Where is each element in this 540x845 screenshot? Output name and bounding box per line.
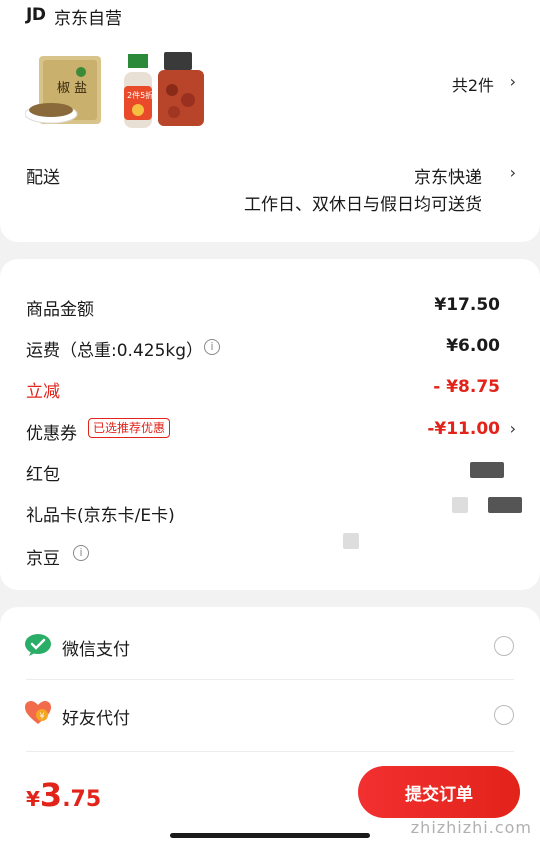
total-price: ¥3.75 [26, 776, 101, 814]
gift-card-blur [452, 497, 468, 513]
total-decimal: .75 [62, 787, 102, 812]
jd-beans-label: 京豆 [26, 549, 60, 569]
payment-card: 微信支付 ¥ 好友代付 [0, 607, 540, 767]
svg-text:¥: ¥ [40, 712, 45, 721]
radio-icon[interactable] [494, 636, 514, 656]
jd-beans-blur [343, 533, 359, 549]
wechat-pay-label: 微信支付 [62, 640, 130, 660]
friend-pay-icon: ¥ [24, 700, 52, 730]
currency-symbol: ¥ [26, 787, 40, 811]
gift-card-label[interactable]: 礼品卡(京东卡/E卡) [26, 501, 175, 526]
divider [26, 751, 514, 752]
discount-label: 立减 [26, 382, 60, 402]
delivery-method[interactable]: 京东快递 [414, 163, 482, 188]
svg-text:2件5折: 2件5折 [127, 90, 153, 100]
info-icon[interactable]: i [73, 545, 89, 561]
wechat-pay-icon [24, 633, 52, 661]
shipping-label: 运费（总重:0.425kg） [26, 341, 204, 361]
jd-logo: JD [26, 5, 46, 25]
goods-amount-label: 商品金额 [26, 300, 94, 320]
chevron-right-icon[interactable]: › [510, 163, 516, 182]
discount-value: - ¥8.75 [433, 377, 500, 397]
pay-option-wechat[interactable]: 微信支付 [0, 611, 540, 681]
shipping-value: ¥6.00 [446, 336, 500, 356]
total-integer: 3 [39, 776, 63, 814]
coupon-value[interactable]: -¥11.00 [427, 419, 500, 439]
red-packet-value-obscured [470, 462, 504, 478]
friend-pay-label: 好友代付 [62, 709, 130, 729]
radio-icon[interactable] [494, 705, 514, 725]
red-packet-label[interactable]: 红包 [26, 460, 60, 485]
footer-bar: ¥3.75 提交订单 zhizhizhi.com [0, 756, 540, 845]
delivery-note: 工作日、双休日与假日均可送货 [244, 195, 482, 215]
product-image-spicy-meat[interactable]: 2件5折 [122, 50, 204, 130]
coupon-label[interactable]: 优惠券 [26, 419, 77, 444]
submit-order-button[interactable]: 提交订单 [358, 766, 520, 818]
price-card: 商品金额 ¥17.50 运费（总重:0.425kg） i ¥6.00 立减 - … [0, 259, 540, 590]
info-icon[interactable]: i [204, 339, 220, 355]
shop-card: JD 京东自营 椒 盐 2件5折 共2件 › 配送 京东快递 › 工作日、双休日… [0, 0, 540, 242]
item-count[interactable]: 共2件 [452, 72, 494, 96]
goods-amount-value: ¥17.50 [434, 295, 500, 315]
svg-text:椒 盐: 椒 盐 [57, 81, 87, 96]
shop-name: 京东自营 [54, 9, 122, 29]
chevron-right-icon[interactable]: › [510, 72, 516, 91]
product-image-pepper-salt[interactable]: 椒 盐 [24, 50, 105, 130]
delivery-label: 配送 [26, 168, 60, 188]
home-indicator [170, 833, 370, 838]
chevron-right-icon[interactable]: › [510, 419, 516, 438]
gift-card-value-obscured [488, 497, 522, 513]
pay-option-friend[interactable]: ¥ 好友代付 [0, 680, 540, 750]
coupon-tag: 已选推荐优惠 [88, 418, 171, 438]
watermark: zhizhizhi.com [410, 818, 532, 837]
